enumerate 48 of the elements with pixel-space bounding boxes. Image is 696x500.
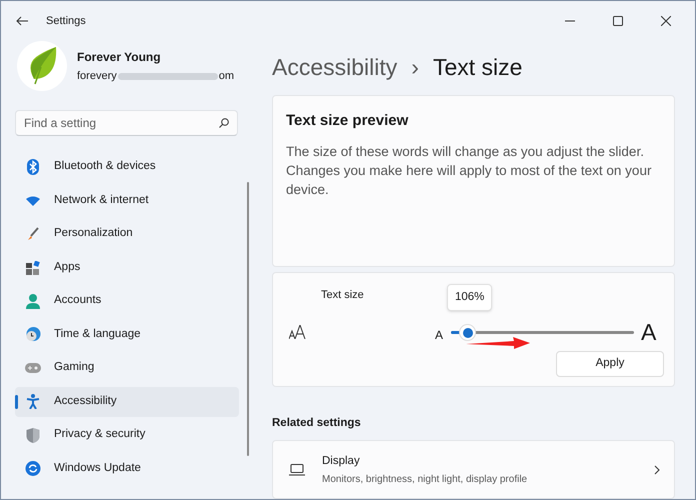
text-size-label: Text size — [321, 288, 364, 304]
sidebar-item[interactable]: Accessibility — [15, 386, 239, 416]
preview-title: Text size preview — [286, 111, 410, 131]
back-arrow-icon[interactable] — [16, 16, 28, 26]
sidebar-item[interactable]: Windows Update — [15, 454, 239, 484]
sidebar-item[interactable]: Gaming — [15, 353, 239, 383]
link-subtitle: Monitors, brightness, night light, display profile — [322, 472, 528, 487]
sidebar-item[interactable]: Accounts — [15, 286, 239, 316]
sidebar-item[interactable]: Network & internet — [15, 186, 239, 216]
apply-button[interactable]: Apply — [556, 351, 664, 378]
shield-icon — [25, 428, 41, 442]
avatar-leaf-icon — [17, 41, 67, 91]
sidebar-item[interactable]: Time & language — [15, 320, 239, 350]
person-icon — [25, 294, 41, 308]
sidebar-item[interactable]: Bluetooth & devices — [15, 152, 239, 182]
close-icon[interactable] — [661, 16, 671, 26]
maximize-icon[interactable] — [613, 16, 623, 26]
brush-icon — [25, 227, 41, 241]
gamepad-icon — [25, 363, 41, 373]
text-size-icon — [289, 325, 307, 340]
email-text: forevery — [77, 68, 117, 84]
clock-globe-icon — [25, 327, 41, 342]
wifi-icon — [25, 196, 41, 206]
accessibility-icon — [25, 394, 41, 409]
update-icon — [25, 461, 41, 476]
search-icon — [219, 118, 229, 128]
laptop-icon — [289, 464, 305, 476]
sidebar-item[interactable]: Personalization — [15, 219, 239, 249]
sidebar-item[interactable]: Apps — [15, 252, 239, 282]
preview-text: The size of these words will change as you adjust the slider. Changes you make here will apply to most of the text on your device. — [286, 142, 652, 198]
search-field[interactable]: Find a setting — [15, 110, 238, 136]
breadcrumb-parent: Accessibility — [272, 53, 398, 82]
profile-name: Forever Young — [77, 48, 162, 66]
breadcrumb-separator: › — [411, 53, 419, 82]
page-title: Text size — [432, 53, 522, 82]
apps-icon — [25, 260, 41, 274]
link-title: Display — [322, 454, 361, 469]
tooltip: 106% — [447, 284, 492, 312]
section-heading: Related settings — [272, 416, 362, 432]
email-text: om — [218, 68, 234, 84]
slider-thumb[interactable] — [459, 324, 476, 342]
sidebar-item[interactable]: Privacy & security — [15, 420, 239, 450]
small-a-label: A — [435, 327, 444, 344]
bluetooth-icon — [25, 159, 41, 175]
chevron-right-icon — [654, 464, 660, 475]
large-a-label: A — [641, 319, 656, 346]
display-link-row[interactable]: Display Monitors, brightness, night light, display profile — [272, 440, 675, 499]
window-title: Settings — [46, 14, 86, 29]
